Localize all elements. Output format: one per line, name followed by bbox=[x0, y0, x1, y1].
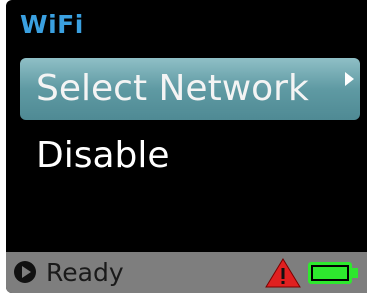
warning-icon bbox=[265, 258, 301, 288]
play-circle-icon bbox=[14, 261, 36, 283]
battery-icon bbox=[308, 262, 352, 284]
menu-item-label: Select Network bbox=[36, 68, 309, 109]
menu-item-select-network[interactable]: Select Network bbox=[20, 58, 360, 120]
battery-level-fill bbox=[313, 267, 347, 279]
page-title: WiFi bbox=[20, 10, 84, 39]
status-text: Ready bbox=[46, 258, 124, 287]
menu-item-label: Disable bbox=[36, 135, 170, 176]
status-bar: Ready bbox=[6, 252, 367, 293]
chevron-right-icon bbox=[345, 72, 354, 86]
device-screen: WiFi Select Network Disable Ready bbox=[6, 0, 367, 293]
menu-item-disable[interactable]: Disable bbox=[20, 125, 360, 187]
battery-tip bbox=[352, 268, 358, 278]
